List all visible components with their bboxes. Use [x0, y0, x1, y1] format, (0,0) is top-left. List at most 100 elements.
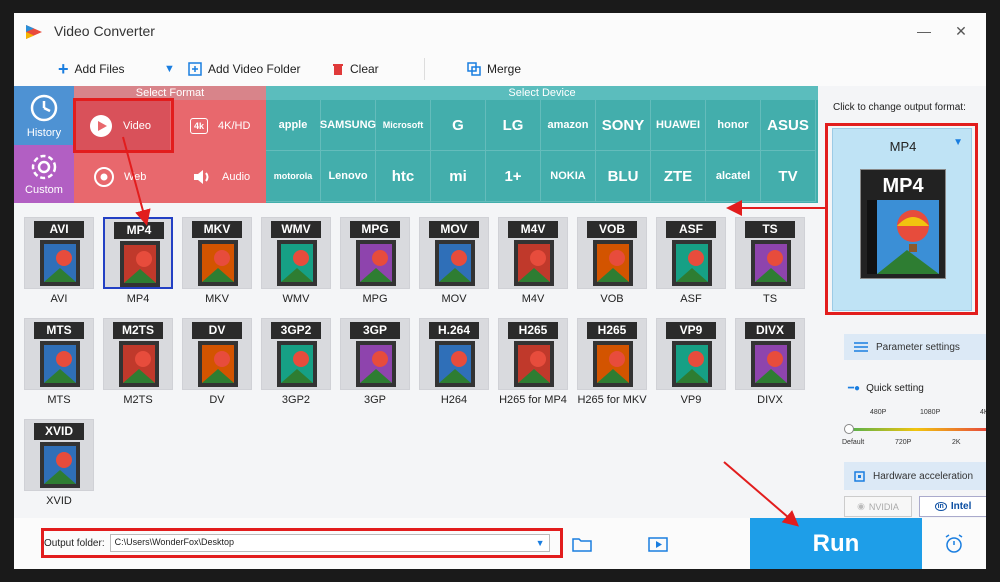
close-button[interactable]: ✕ [951, 23, 971, 40]
format-tag: ASF [666, 221, 716, 238]
format-art-icon [356, 240, 396, 286]
device-apple-button[interactable]: apple [266, 100, 321, 151]
device-microsoft-button[interactable]: Microsoft [376, 100, 431, 151]
merge-button[interactable]: Merge [467, 61, 521, 77]
format-tile-vp9[interactable]: VP9 VP9 [656, 318, 726, 406]
device-tv-button[interactable]: TV [761, 151, 816, 202]
format-tile-asf[interactable]: ASF ASF [656, 217, 726, 305]
nvidia-toggle[interactable]: ◉ NVIDIA [844, 496, 912, 517]
merge-icon [467, 62, 481, 76]
format-tab-web[interactable]: Web [74, 151, 170, 203]
output-video-folder-icon[interactable] [648, 536, 668, 552]
alarm-clock-icon[interactable] [944, 534, 964, 554]
format-label: VOB [600, 293, 624, 305]
device-brand-label: honor [717, 119, 749, 131]
format-thumbnail: M4V [498, 217, 568, 289]
output-format-panel: Click to change output format: MP4 ▼ MP4 [818, 86, 986, 518]
quality-slider-thumb[interactable] [844, 424, 854, 434]
minimize-button[interactable]: — [914, 23, 934, 39]
selected-format-tag: MP4 [882, 175, 924, 197]
format-label: WMV [282, 293, 310, 305]
format-thumbnail: DV [182, 318, 252, 390]
device-lenovo-button[interactable]: Lenovo [321, 151, 376, 202]
format-label: MTS [47, 394, 71, 406]
format-tag: MPG [350, 221, 400, 238]
format-art-icon [198, 341, 238, 387]
format-tile-h265-for-mp4[interactable]: H265 H265 for MP4 [498, 318, 568, 406]
parameter-settings-button[interactable]: Parameter settings [844, 334, 986, 360]
history-tab[interactable]: History [14, 86, 74, 145]
format-tile-xvid[interactable]: XVID XVID [24, 419, 94, 507]
device-brand-label: TV [778, 167, 798, 185]
format-tile-dv[interactable]: DV DV [182, 318, 252, 406]
format-tile-ts[interactable]: TS TS [735, 217, 805, 305]
chip-icon [854, 470, 865, 482]
format-label: H264 [440, 394, 468, 406]
open-folder-icon[interactable] [572, 536, 592, 552]
device-lg-button[interactable]: LG [486, 100, 541, 151]
format-tile-h264[interactable]: H.264 H264 [419, 318, 489, 406]
format-tile-divx[interactable]: DIVX DIVX [735, 318, 805, 406]
format-tile-avi[interactable]: AVI AVI [24, 217, 94, 305]
format-tile-h265-for-mkv[interactable]: H265 H265 for MKV [577, 318, 647, 406]
format-thumbnail: H265 [498, 318, 568, 390]
format-tile-mpg[interactable]: MPG MPG [340, 217, 410, 305]
device-g-button[interactable]: G [431, 100, 486, 151]
device-zte-button[interactable]: ZTE [651, 151, 706, 202]
format-tab-audio[interactable]: Audio [170, 151, 266, 203]
device-asus-button[interactable]: ASUS [761, 100, 816, 151]
format-tile-3gp2[interactable]: 3GP2 3GP2 [261, 318, 331, 406]
device-mi-button[interactable]: mi [431, 151, 486, 202]
format-tag: MKV [192, 221, 242, 238]
intel-toggle[interactable]: in Intel [919, 496, 986, 517]
device-blu-button[interactable]: BLU [596, 151, 651, 202]
output-folder-field[interactable]: C:\Users\WonderFox\Desktop ▼ [109, 534, 550, 552]
add-files-dropdown[interactable]: ▼ [164, 61, 175, 77]
quality-slider[interactable] [844, 424, 986, 434]
format-tile-m2ts[interactable]: M2TS M2TS [103, 318, 173, 406]
output-format-selector[interactable]: MP4 ▼ MP4 [832, 128, 972, 311]
format-tab-web-label: Web [124, 171, 147, 183]
device-1--button[interactable]: 1+ [486, 151, 541, 202]
device-sony-button[interactable]: SONY [596, 100, 651, 151]
clear-button[interactable]: Clear [332, 61, 379, 77]
run-button[interactable]: Run [750, 518, 922, 569]
device-samsung-button[interactable]: SAMSUNG [320, 100, 376, 151]
format-thumbnail: VP9 [656, 318, 726, 390]
output-folder-label: Output folder: [44, 537, 105, 549]
format-tile-mov[interactable]: MOV MOV [419, 217, 489, 305]
format-tag: MTS [34, 322, 84, 339]
folder-plus-icon [188, 62, 202, 76]
format-tile-mkv[interactable]: MKV MKV [182, 217, 252, 305]
hardware-acceleration-button[interactable]: Hardware acceleration [844, 462, 986, 490]
device-brand-label: BLU [607, 167, 639, 185]
format-category-pane: Video 4k 4K/HD Web Audio [74, 100, 266, 203]
format-tab-4k[interactable]: 4k 4K/HD [170, 100, 266, 151]
format-tile-vob[interactable]: VOB VOB [577, 217, 647, 305]
format-tile-wmv[interactable]: WMV WMV [261, 217, 331, 305]
output-folder-dropdown-icon[interactable]: ▼ [536, 538, 545, 548]
play-icon [90, 114, 112, 137]
add-video-folder-label: Add Video Folder [208, 62, 301, 76]
device-alcatel-button[interactable]: alcatel [706, 151, 761, 202]
parameter-settings-label: Parameter settings [876, 341, 960, 353]
device-amazon-button[interactable]: amazon [541, 100, 596, 151]
quality-slider-track [846, 428, 986, 431]
format-tile-3gp[interactable]: 3GP 3GP [340, 318, 410, 406]
device-htc-button[interactable]: htc [376, 151, 431, 202]
device-huawei-button[interactable]: HUAWEI [651, 100, 706, 151]
format-label: 3GP2 [281, 394, 311, 406]
device-honor-button[interactable]: honor [706, 100, 761, 151]
add-video-folder-button[interactable]: Add Video Folder [188, 61, 301, 77]
format-tab-video[interactable]: Video [74, 100, 170, 151]
device-nokia-button[interactable]: NOKIA [541, 151, 596, 202]
custom-tab[interactable]: Custom [14, 145, 74, 203]
format-thumbnail: TS [735, 217, 805, 289]
format-tile-mts[interactable]: MTS MTS [24, 318, 94, 406]
device-brand-label: Microsoft [382, 120, 424, 130]
add-files-button[interactable]: + Add Files [58, 60, 125, 78]
device-motorola-button[interactable]: motorola [266, 151, 321, 202]
format-tile-m4v[interactable]: M4V M4V [498, 217, 568, 305]
format-tile-mp4[interactable]: MP4 MP4 [103, 217, 173, 305]
slider-label-2k: 2K [952, 439, 961, 446]
